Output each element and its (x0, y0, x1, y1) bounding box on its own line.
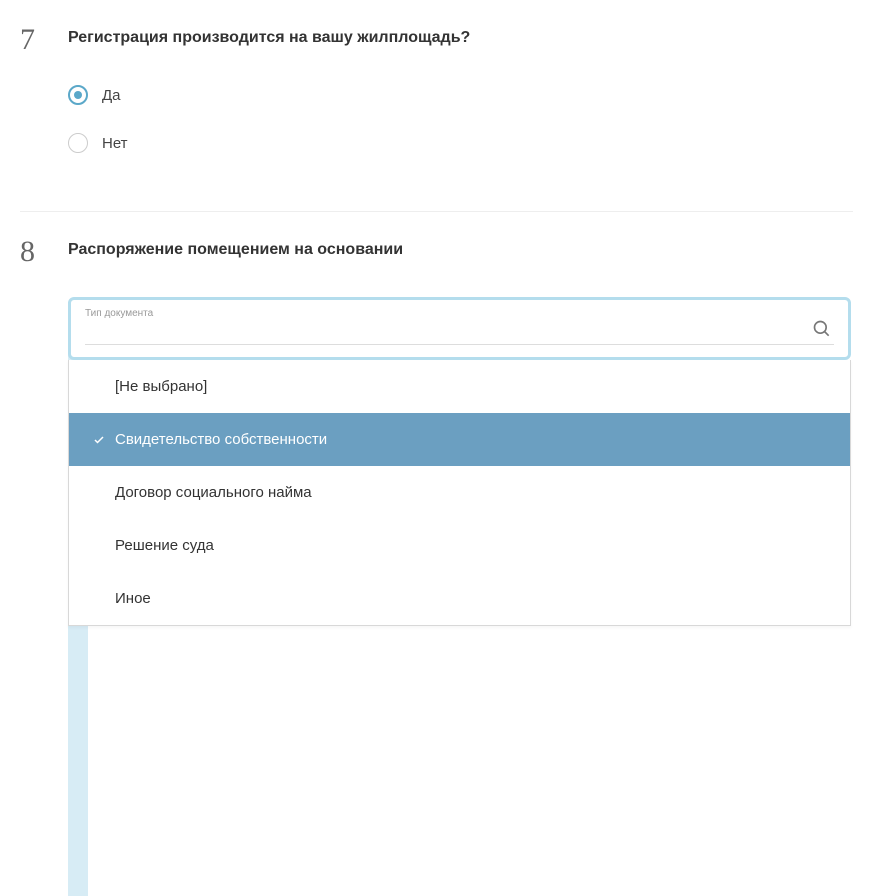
radio-icon (68, 133, 88, 153)
search-icon (812, 319, 832, 339)
question-8: 8 Распоряжение помещением на основании Т… (0, 212, 873, 626)
select-input[interactable]: Тип документа (68, 297, 851, 360)
question-header: 8 Распоряжение помещением на основании (20, 237, 853, 267)
radio-group: Да Нет (20, 85, 853, 153)
radio-label: Да (102, 87, 121, 104)
dropdown-option-label: Решение суда (115, 537, 214, 554)
dropdown-option-other[interactable]: Иное (69, 572, 850, 625)
dropdown-option-court-decision[interactable]: Решение суда (69, 519, 850, 572)
dropdown-option-label: Договор социального найма (115, 484, 312, 501)
check-icon (93, 434, 105, 446)
question-title: Регистрация производится на вашу жилплощ… (68, 25, 470, 47)
radio-option-yes[interactable]: Да (68, 85, 853, 105)
dropdown-option-social-rent[interactable]: Договор социального найма (69, 466, 850, 519)
dropdown-list: [Не выбрано] Свидетельство собственности… (68, 360, 851, 626)
question-header: 7 Регистрация производится на вашу жилпл… (20, 25, 853, 55)
dropdown-option-ownership-cert[interactable]: Свидетельство собственности (69, 413, 850, 466)
question-title: Распоряжение помещением на основании (68, 237, 403, 259)
dropdown-option-label: Иное (115, 590, 151, 607)
radio-label: Нет (102, 135, 128, 152)
dropdown-option-label: Свидетельство собственности (115, 431, 327, 448)
question-7: 7 Регистрация производится на вашу жилпл… (0, 0, 873, 211)
radio-icon (68, 85, 88, 105)
dropdown-option-label: [Не выбрано] (115, 378, 207, 395)
select-container: Тип документа [Не выбрано] Свидетельство… (20, 297, 853, 626)
question-number: 8 (20, 237, 48, 267)
select-label: Тип документа (85, 308, 834, 319)
question-number: 7 (20, 25, 48, 55)
dropdown-option-none[interactable]: [Не выбрано] (69, 360, 850, 413)
radio-option-no[interactable]: Нет (68, 133, 853, 153)
select-value (85, 325, 834, 345)
